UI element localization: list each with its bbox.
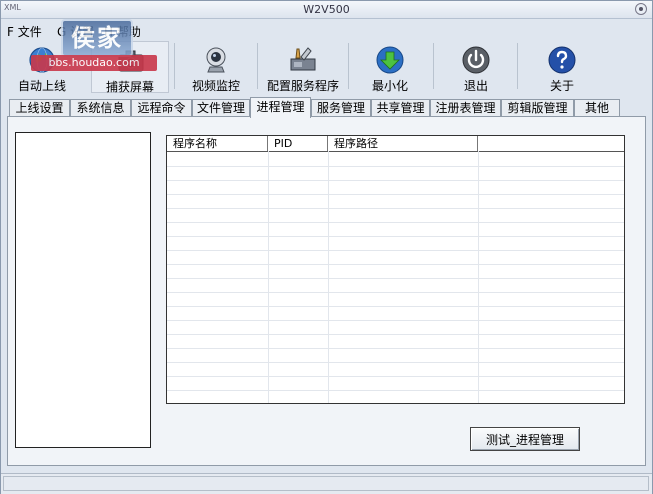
toolbar-separator [348, 43, 349, 89]
grid-row-line [167, 264, 624, 265]
webcam-icon [206, 47, 226, 73]
menu-help[interactable]: H 帮助 [104, 23, 141, 40]
grid-row-line [167, 166, 624, 167]
toolbar-separator [517, 43, 518, 89]
grid-row-line [167, 236, 624, 237]
grid-row-line [167, 180, 624, 181]
menu-file[interactable]: F 文件 [7, 23, 42, 40]
menu-bar: F 文件 G 设置 H 帮助 [1, 19, 652, 41]
grid-row-line [167, 194, 624, 195]
grid-row-line [167, 292, 624, 293]
status-cell [3, 476, 649, 491]
title-bar: XML W2V500 [1, 1, 652, 19]
auto-online-label: 自动上线 [17, 79, 66, 93]
video-monitor-label: 视频监控 [191, 79, 240, 93]
grid-row-line [167, 320, 624, 321]
grid-row-line [167, 334, 624, 335]
grid-row-line [167, 208, 624, 209]
capture-screen-button[interactable]: 捕获屏幕 [91, 41, 169, 94]
column-header-program-path[interactable]: 程序路径 [328, 136, 478, 151]
tab-strip: 上线设置 系统信息 远程命令 文件管理 进程管理 服务管理 共享管理 注册表管理… [7, 97, 647, 118]
tab-clipboard-manager[interactable]: 剪辑版管理 [501, 99, 574, 116]
process-table-header: 程序名称 PID 程序路径 [167, 136, 624, 152]
status-bar [1, 473, 652, 494]
tab-remote-command[interactable]: 远程命令 [131, 99, 192, 116]
configure-service-button[interactable]: 配置服务程序 [263, 41, 343, 93]
test-process-manager-button[interactable]: 测试_进程管理 [470, 427, 580, 451]
tab-service-manager[interactable]: 服务管理 [311, 99, 371, 116]
exit-label: 退出 [463, 79, 488, 93]
exit-button[interactable]: 退出 [443, 41, 509, 93]
grid-row-line [167, 250, 624, 251]
auto-online-button[interactable]: 自动上线 [9, 41, 75, 93]
toolbar-separator [257, 43, 258, 89]
about-button[interactable]: 关于 [529, 41, 595, 93]
grid-column-line [268, 151, 269, 403]
grid-row-line [167, 222, 624, 223]
column-header-extra [478, 136, 624, 151]
capture-screen-label: 捕获屏幕 [105, 80, 154, 94]
minimize-down-arrow-icon [376, 46, 404, 74]
help-icon [548, 46, 576, 74]
tab-system-info[interactable]: 系统信息 [70, 99, 131, 116]
minimize-button[interactable]: 最小化 [357, 41, 423, 93]
toolbar: 自动上线 捕获屏幕 视频监控 配置服务程序 最小化 退出 关于 [1, 41, 652, 94]
grid-row-line [167, 278, 624, 279]
tools-icon [290, 47, 316, 71]
tab-share-manager[interactable]: 共享管理 [371, 99, 430, 116]
grid-row-line [167, 348, 624, 349]
tab-process-manager[interactable]: 进程管理 [250, 97, 311, 118]
video-monitor-button[interactable]: 视频监控 [183, 41, 249, 93]
power-icon [462, 46, 490, 74]
camera-icon [118, 50, 144, 72]
menu-settings[interactable]: G 设置 [57, 23, 94, 40]
tab-registry-manager[interactable]: 注册表管理 [430, 99, 501, 116]
window-control-icon[interactable] [635, 3, 647, 15]
main-window: XML W2V500 F 文件 G 设置 H 帮助 自动上线 捕获屏幕 视频监控… [0, 0, 653, 494]
grid-row-line [167, 390, 624, 391]
tab-other[interactable]: 其他 [574, 99, 620, 116]
globe-icon [29, 47, 55, 73]
grid-column-line [328, 151, 329, 403]
toolbar-separator [174, 43, 175, 89]
window-title: W2V500 [303, 3, 350, 16]
grid-column-line [478, 151, 479, 403]
about-label: 关于 [549, 79, 574, 93]
grid-row-line [167, 376, 624, 377]
process-host-list[interactable] [15, 132, 151, 448]
grid-row-line [167, 362, 624, 363]
column-header-program-name[interactable]: 程序名称 [167, 136, 268, 151]
configure-service-label: 配置服务程序 [266, 79, 339, 93]
tab-online-settings[interactable]: 上线设置 [9, 99, 70, 116]
toolbar-separator [433, 43, 434, 89]
process-table[interactable]: 程序名称 PID 程序路径 [166, 135, 625, 404]
column-header-pid[interactable]: PID [268, 136, 328, 151]
grid-row-line [167, 306, 624, 307]
minimize-label: 最小化 [371, 79, 408, 93]
tab-file-manager[interactable]: 文件管理 [192, 99, 250, 116]
